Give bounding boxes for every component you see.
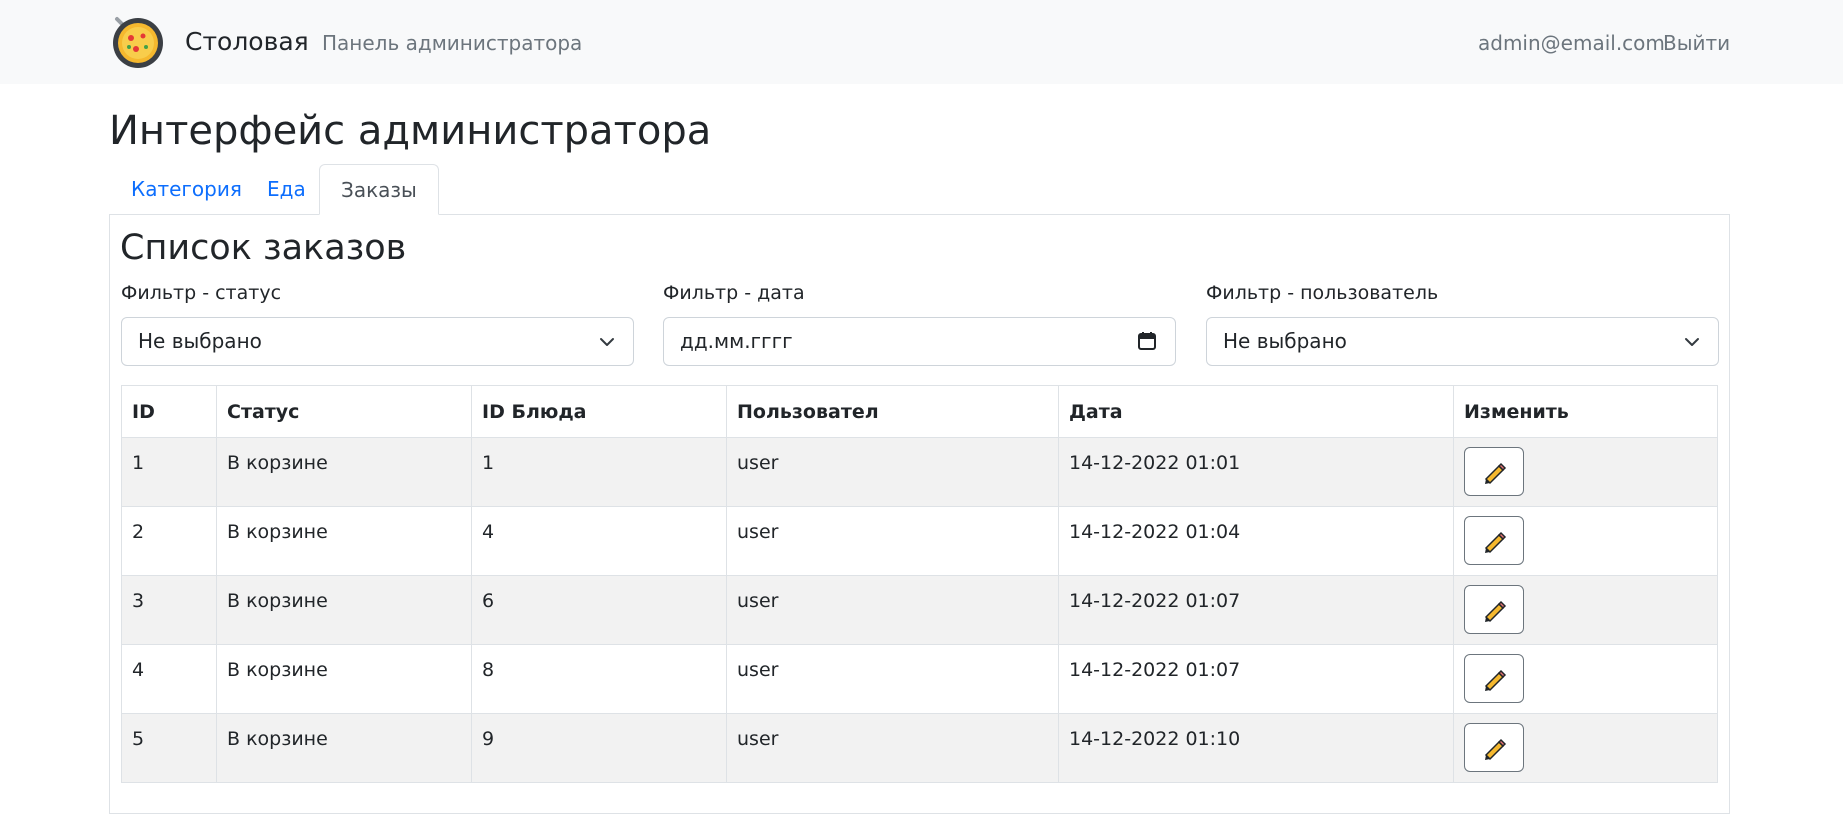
cell-user: user <box>726 713 1059 783</box>
user-filter-label: Фильтр - пользователь <box>1206 282 1439 304</box>
table-header-row: ID Статус ID Блюда Пользовател Дата Изме… <box>121 385 1718 438</box>
logout-link[interactable]: Выйти <box>1663 30 1730 56</box>
pencil-icon <box>1484 600 1507 623</box>
date-filter-label: Фильтр - дата <box>663 282 805 304</box>
cell-date: 14-12-2022 01:07 <box>1058 575 1454 645</box>
tab-orders[interactable]: Заказы <box>319 164 439 215</box>
cell-dish-id: 1 <box>471 437 727 507</box>
edit-button[interactable] <box>1464 723 1524 772</box>
cell-user: user <box>726 437 1059 507</box>
cell-date: 14-12-2022 01:10 <box>1058 713 1454 783</box>
pencil-icon <box>1484 738 1507 761</box>
cell-date: 14-12-2022 01:01 <box>1058 437 1454 507</box>
cell-id: 3 <box>121 575 217 645</box>
pizza-pan-icon[interactable] <box>109 13 165 69</box>
cell-edit <box>1453 437 1718 507</box>
edit-button[interactable] <box>1464 447 1524 496</box>
col-header-dish-id: ID Блюда <box>471 385 727 438</box>
col-header-edit: Изменить <box>1453 385 1718 438</box>
status-filter-select[interactable]: Не выбрано <box>121 317 634 366</box>
cell-dish-id: 9 <box>471 713 727 783</box>
cell-date: 14-12-2022 01:07 <box>1058 644 1454 714</box>
page-title: Интерфейс администратора <box>109 108 712 154</box>
table-row: 5 В корзине 9 user 14-12-2022 01:10 <box>121 713 1718 783</box>
edit-button[interactable] <box>1464 516 1524 565</box>
cell-edit <box>1453 506 1718 576</box>
col-header-date: Дата <box>1058 385 1454 438</box>
cell-dish-id: 4 <box>471 506 727 576</box>
user-filter-value: Не выбрано <box>1223 329 1347 353</box>
cell-edit <box>1453 644 1718 714</box>
cell-id: 2 <box>121 506 217 576</box>
orders-list-title: Список заказов <box>120 228 407 268</box>
col-header-user: Пользовател <box>726 385 1059 438</box>
brand-link[interactable]: Столовая <box>185 26 309 58</box>
edit-button[interactable] <box>1464 585 1524 634</box>
cell-id: 5 <box>121 713 217 783</box>
tab-category[interactable]: Категория <box>110 164 263 215</box>
col-header-id: ID <box>121 385 217 438</box>
cell-status: В корзине <box>216 506 472 576</box>
status-filter-value: Не выбрано <box>138 329 262 353</box>
chevron-down-icon <box>600 338 614 346</box>
col-header-status: Статус <box>216 385 472 438</box>
cell-edit <box>1453 713 1718 783</box>
pencil-icon <box>1484 669 1507 692</box>
cell-user: user <box>726 644 1059 714</box>
calendar-icon[interactable] <box>1137 331 1157 351</box>
cell-user: user <box>726 575 1059 645</box>
chevron-down-icon <box>1685 338 1699 346</box>
cell-id: 4 <box>121 644 217 714</box>
cell-status: В корзине <box>216 575 472 645</box>
navbar: Столовая Панель администратора admin@ema… <box>0 0 1843 84</box>
cell-user: user <box>726 506 1059 576</box>
cell-date: 14-12-2022 01:04 <box>1058 506 1454 576</box>
table-row: 1 В корзине 1 user 14-12-2022 01:01 <box>121 437 1718 507</box>
table-row: 4 В корзине 8 user 14-12-2022 01:07 <box>121 644 1718 714</box>
edit-button[interactable] <box>1464 654 1524 703</box>
date-filter-input[interactable]: дд.мм.гггг <box>663 317 1176 366</box>
cell-status: В корзине <box>216 713 472 783</box>
date-filter-placeholder: дд.мм.гггг <box>680 329 793 353</box>
cell-id: 1 <box>121 437 217 507</box>
pencil-icon <box>1484 462 1507 485</box>
user-email: admin@email.com <box>1478 31 1665 55</box>
cell-edit <box>1453 575 1718 645</box>
table-row: 3 В корзине 6 user 14-12-2022 01:07 <box>121 575 1718 645</box>
pencil-icon <box>1484 531 1507 554</box>
status-filter-label: Фильтр - статус <box>121 282 282 304</box>
tab-food[interactable]: Еда <box>246 164 327 215</box>
cell-dish-id: 6 <box>471 575 727 645</box>
cell-status: В корзине <box>216 437 472 507</box>
user-filter-select[interactable]: Не выбрано <box>1206 317 1719 366</box>
orders-table: ID Статус ID Блюда Пользовател Дата Изме… <box>121 385 1718 783</box>
table-row: 2 В корзине 4 user 14-12-2022 01:04 <box>121 506 1718 576</box>
admin-panel-link[interactable]: Панель администратора <box>322 30 582 56</box>
cell-status: В корзине <box>216 644 472 714</box>
cell-dish-id: 8 <box>471 644 727 714</box>
